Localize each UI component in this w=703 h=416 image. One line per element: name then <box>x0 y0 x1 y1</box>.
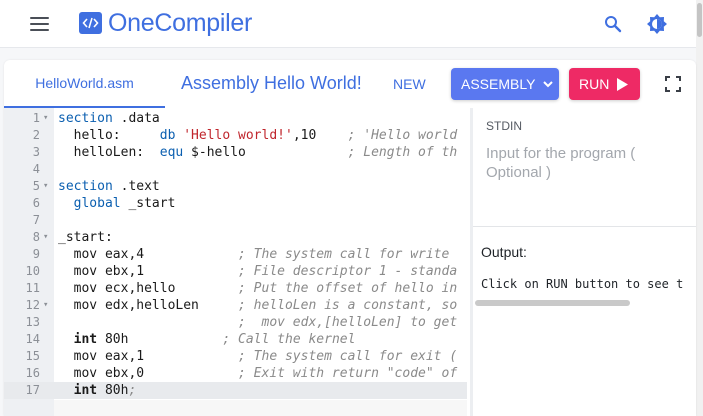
code-line[interactable]: mov ecx,hello ; Put the offset of hello … <box>4 280 467 297</box>
editor-horizontal-scrollbar[interactable] <box>54 400 467 416</box>
menu-icon[interactable] <box>30 16 50 32</box>
program-title[interactable]: Assembly Hello World! <box>181 73 362 94</box>
tab-helloworld-asm[interactable]: HelloWorld.asm <box>4 60 165 108</box>
output-text: Click on RUN button to see t <box>481 277 684 291</box>
line-number: 4 <box>32 162 40 176</box>
code-line[interactable]: mov ebx,1 ; File descriptor 1 - standa <box>4 263 467 280</box>
run-button[interactable]: RUN <box>569 68 640 100</box>
theme-toggle-icon[interactable] <box>646 13 668 35</box>
code-line[interactable]: global _start <box>4 195 467 212</box>
new-button[interactable]: NEW <box>393 76 426 92</box>
brand-logo[interactable]: OneCompiler <box>79 8 252 37</box>
brand-name: OneCompiler <box>108 8 252 37</box>
code-line[interactable]: section .data <box>4 110 467 127</box>
output-horizontal-scrollbar[interactable] <box>475 300 630 306</box>
code-line[interactable]: mov eax,1 ; The system call for exit ( <box>4 348 467 365</box>
line-number-row: 4 <box>4 161 467 178</box>
line-number: 7 <box>32 213 40 227</box>
code-line[interactable]: mov edx,helloLen ; helloLen is a constan… <box>4 297 467 314</box>
stdin-panel[interactable]: STDIN Input for the program ( Optional ) <box>473 108 696 226</box>
code-line[interactable]: helloLen: equ $-hello ; Length of th <box>4 144 467 161</box>
top-navbar: OneCompiler <box>0 0 703 48</box>
language-select-button[interactable]: ASSEMBLY <box>451 68 559 100</box>
run-label: RUN <box>579 76 610 92</box>
stdin-input[interactable]: Input for the program ( Optional ) <box>486 144 686 182</box>
compiler-panel: HelloWorld.asm Assembly Hello World! NEW… <box>4 60 696 416</box>
fullscreen-icon[interactable] <box>665 76 681 92</box>
code-line[interactable]: int 80h; <box>4 382 467 399</box>
line-number-row: 7 <box>4 212 467 229</box>
code-line[interactable]: ; mov edx,[helloLen] to get <box>4 314 467 331</box>
editor-toolbar: HelloWorld.asm Assembly Hello World! NEW… <box>4 60 696 108</box>
output-label: Output: <box>481 244 527 260</box>
play-icon <box>617 77 629 91</box>
page-scrollbar[interactable] <box>696 0 703 416</box>
code-line[interactable]: _start: <box>4 229 467 246</box>
code-line[interactable]: hello: db 'Hello world!',10 ; 'Hello wor… <box>4 127 467 144</box>
code-line[interactable]: int 80h ; Call the kernel <box>4 331 467 348</box>
search-icon[interactable] <box>603 14 623 34</box>
chevron-down-icon <box>543 81 554 88</box>
code-line[interactable]: mov eax,4 ; The system call for write <box>4 246 467 263</box>
code-editor[interactable]: 1 ▾ 2 3 4 5 ▾ 6 7 8 ▾ 9 10 11 12 ▾ 13 14 15 16 17 section .d… <box>4 108 467 416</box>
code-line[interactable]: mov ebx,0 ; Exit with return "code" of <box>4 365 467 382</box>
stdin-output-separator <box>473 226 696 227</box>
stdin-label: STDIN <box>486 119 522 133</box>
language-label: ASSEMBLY <box>461 76 536 92</box>
code-line[interactable]: section .text <box>4 178 467 195</box>
code-logo-icon <box>79 12 102 34</box>
